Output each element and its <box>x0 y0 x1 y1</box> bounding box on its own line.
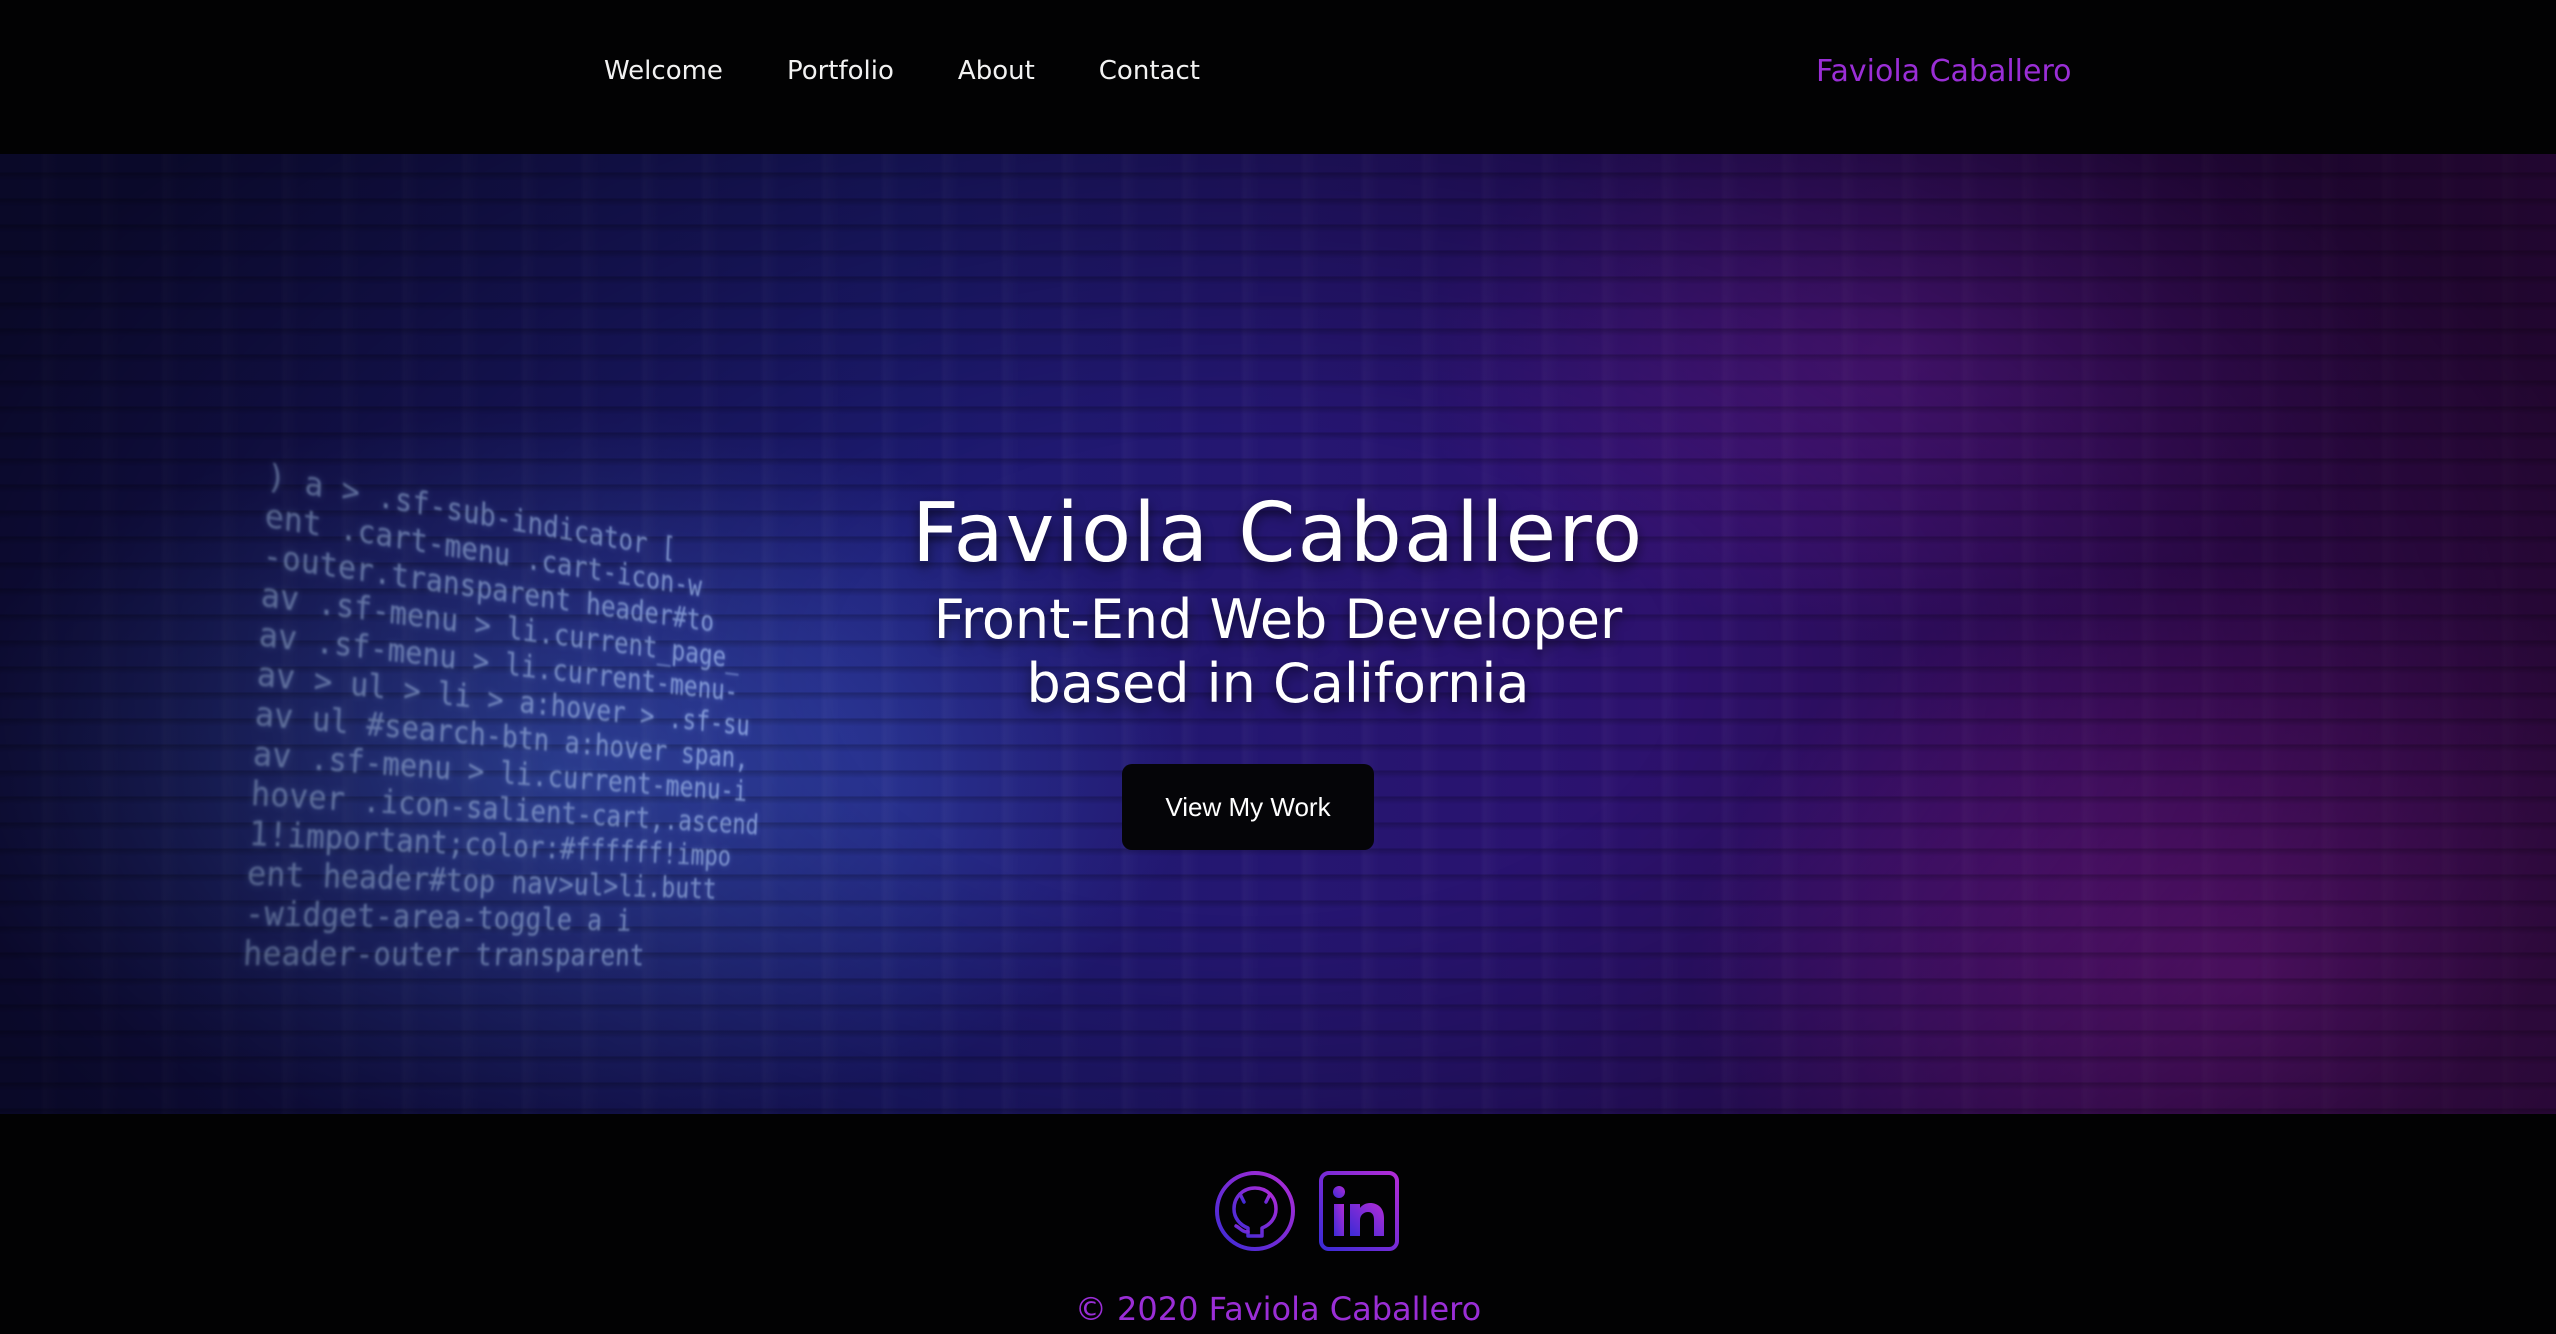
github-icon[interactable] <box>1214 1170 1296 1252</box>
nav-links: Welcome Portfolio About Contact <box>604 56 1200 86</box>
hero-subtitle: Front-End Web Developer based in Califor… <box>0 588 2556 716</box>
nav-link-welcome[interactable]: Welcome <box>604 56 723 86</box>
hero-title: Faviola Caballero <box>911 486 1645 581</box>
nav-link-about[interactable]: About <box>958 56 1035 86</box>
hero-subtitle-line1: Front-End Web Developer <box>933 588 1623 651</box>
view-my-work-button[interactable]: View My Work <box>1122 764 1374 850</box>
nav-link-contact[interactable]: Contact <box>1099 56 1200 86</box>
page: Welcome Portfolio About Contact Faviola … <box>0 0 2556 1334</box>
copyright-text: © 2020 Faviola Caballero <box>1074 1290 1482 1328</box>
hero-content: Faviola Caballero Front-End Web Develope… <box>0 154 2556 1114</box>
hero-subtitle-line2: based in California <box>1026 652 1530 715</box>
linkedin-icon[interactable] <box>1318 1170 1400 1252</box>
social-links <box>1214 1170 1400 1252</box>
brand-name[interactable]: Faviola Caballero <box>1816 54 2072 89</box>
nav-link-portfolio[interactable]: Portfolio <box>787 56 894 86</box>
hero-section: ) a > .sf-sub-indicator [ent .cart-menu … <box>0 154 2556 1114</box>
navbar: Welcome Portfolio About Contact Faviola … <box>0 0 2556 154</box>
